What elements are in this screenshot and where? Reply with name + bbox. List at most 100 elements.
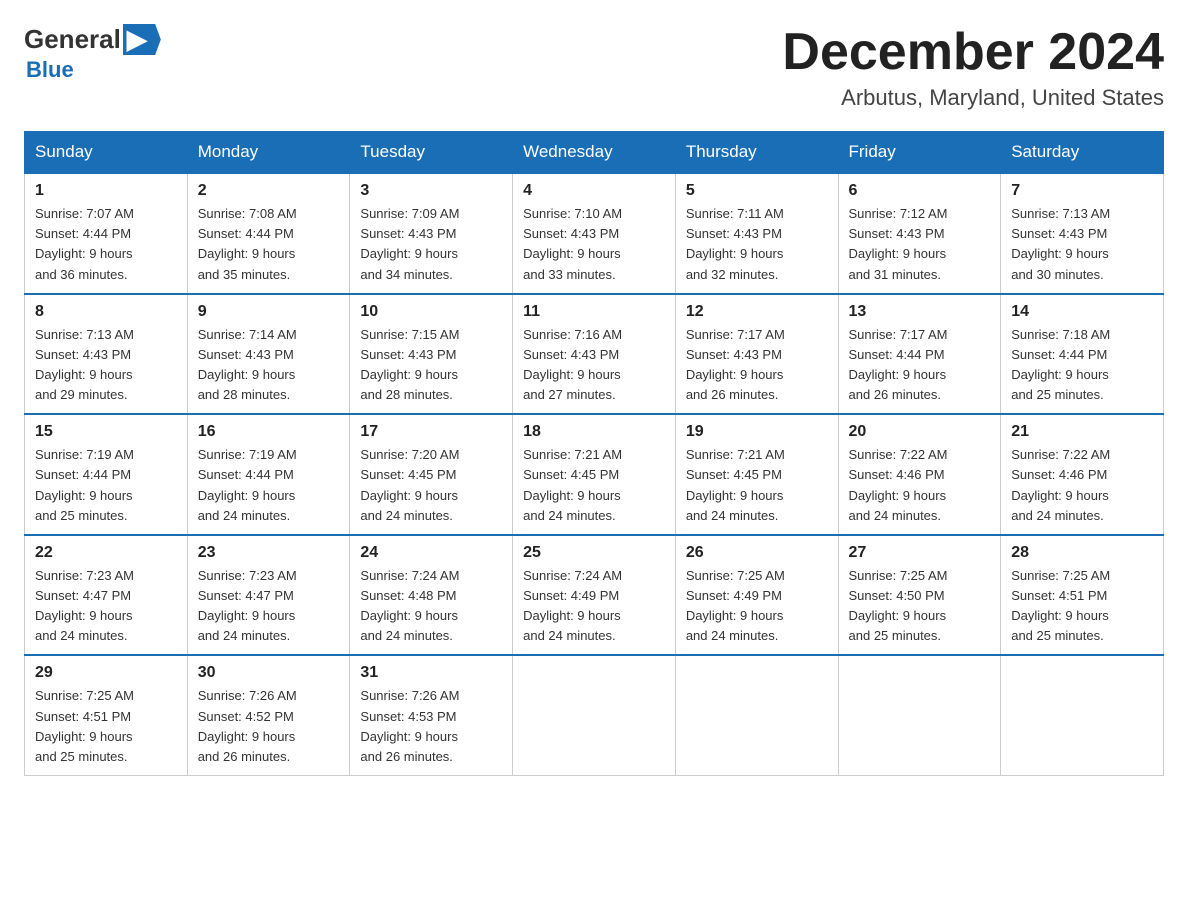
daylight-minutes: and 24 minutes. [686,508,779,523]
sunset-label: Sunset: 4:47 PM [35,588,131,603]
calendar-table: Sunday Monday Tuesday Wednesday Thursday… [24,131,1164,776]
daylight-minutes: and 26 minutes. [360,749,453,764]
sunset-label: Sunset: 4:44 PM [198,467,294,482]
day-info: Sunrise: 7:25 AM Sunset: 4:51 PM Dayligh… [35,686,177,767]
day-info: Sunrise: 7:26 AM Sunset: 4:53 PM Dayligh… [360,686,502,767]
daylight-minutes: and 24 minutes. [686,628,779,643]
table-row: 4 Sunrise: 7:10 AM Sunset: 4:43 PM Dayli… [513,173,676,294]
day-number: 13 [849,303,991,321]
day-info: Sunrise: 7:23 AM Sunset: 4:47 PM Dayligh… [35,566,177,647]
daylight-minutes: and 26 minutes. [198,749,291,764]
sunrise-label: Sunrise: 7:24 AM [360,568,459,583]
day-info: Sunrise: 7:12 AM Sunset: 4:43 PM Dayligh… [849,204,991,285]
day-info: Sunrise: 7:22 AM Sunset: 4:46 PM Dayligh… [849,445,991,526]
daylight-minutes: and 34 minutes. [360,267,453,282]
day-number: 6 [849,182,991,200]
sunset-label: Sunset: 4:45 PM [523,467,619,482]
table-row: 5 Sunrise: 7:11 AM Sunset: 4:43 PM Dayli… [675,173,838,294]
day-info: Sunrise: 7:25 AM Sunset: 4:51 PM Dayligh… [1011,566,1153,647]
day-number: 1 [35,182,177,200]
table-row: 23 Sunrise: 7:23 AM Sunset: 4:47 PM Dayl… [187,535,350,656]
day-number: 12 [686,303,828,321]
day-number: 22 [35,544,177,562]
header-tuesday: Tuesday [350,132,513,174]
sunset-label: Sunset: 4:53 PM [360,709,456,724]
daylight-label: Daylight: 9 hours [360,488,458,503]
table-row: 28 Sunrise: 7:25 AM Sunset: 4:51 PM Dayl… [1001,535,1164,656]
table-row [838,655,1001,775]
day-number: 9 [198,303,340,321]
table-row: 1 Sunrise: 7:07 AM Sunset: 4:44 PM Dayli… [25,173,188,294]
sunset-label: Sunset: 4:43 PM [686,226,782,241]
day-number: 20 [849,423,991,441]
sunrise-label: Sunrise: 7:21 AM [523,447,622,462]
sunset-label: Sunset: 4:44 PM [35,226,131,241]
day-info: Sunrise: 7:19 AM Sunset: 4:44 PM Dayligh… [198,445,340,526]
day-number: 8 [35,303,177,321]
sunset-label: Sunset: 4:43 PM [523,226,619,241]
day-info: Sunrise: 7:21 AM Sunset: 4:45 PM Dayligh… [686,445,828,526]
day-number: 30 [198,664,340,682]
day-info: Sunrise: 7:07 AM Sunset: 4:44 PM Dayligh… [35,204,177,285]
table-row: 6 Sunrise: 7:12 AM Sunset: 4:43 PM Dayli… [838,173,1001,294]
sunrise-label: Sunrise: 7:12 AM [849,206,948,221]
day-info: Sunrise: 7:18 AM Sunset: 4:44 PM Dayligh… [1011,325,1153,406]
day-number: 29 [35,664,177,682]
daylight-label: Daylight: 9 hours [849,367,947,382]
sunrise-label: Sunrise: 7:22 AM [849,447,948,462]
table-row: 9 Sunrise: 7:14 AM Sunset: 4:43 PM Dayli… [187,294,350,415]
title-area: December 2024 Arbutus, Maryland, United … [782,24,1164,111]
daylight-minutes: and 26 minutes. [849,387,942,402]
daylight-label: Daylight: 9 hours [1011,246,1109,261]
daylight-label: Daylight: 9 hours [523,608,621,623]
day-number: 24 [360,544,502,562]
daylight-minutes: and 25 minutes. [1011,387,1104,402]
sunrise-label: Sunrise: 7:25 AM [849,568,948,583]
table-row: 13 Sunrise: 7:17 AM Sunset: 4:44 PM Dayl… [838,294,1001,415]
sunrise-label: Sunrise: 7:19 AM [35,447,134,462]
day-info: Sunrise: 7:25 AM Sunset: 4:49 PM Dayligh… [686,566,828,647]
logo: General ▶ Blue [24,24,161,83]
sunrise-label: Sunrise: 7:23 AM [35,568,134,583]
daylight-label: Daylight: 9 hours [198,729,296,744]
day-info: Sunrise: 7:24 AM Sunset: 4:49 PM Dayligh… [523,566,665,647]
daylight-label: Daylight: 9 hours [1011,488,1109,503]
day-info: Sunrise: 7:15 AM Sunset: 4:43 PM Dayligh… [360,325,502,406]
day-number: 17 [360,423,502,441]
logo-general-text: General [24,24,121,55]
day-info: Sunrise: 7:11 AM Sunset: 4:43 PM Dayligh… [686,204,828,285]
day-info: Sunrise: 7:19 AM Sunset: 4:44 PM Dayligh… [35,445,177,526]
table-row: 7 Sunrise: 7:13 AM Sunset: 4:43 PM Dayli… [1001,173,1164,294]
daylight-minutes: and 24 minutes. [1011,508,1104,523]
daylight-minutes: and 31 minutes. [849,267,942,282]
sunrise-label: Sunrise: 7:07 AM [35,206,134,221]
sunrise-label: Sunrise: 7:20 AM [360,447,459,462]
daylight-minutes: and 28 minutes. [360,387,453,402]
daylight-minutes: and 25 minutes. [35,508,128,523]
daylight-minutes: and 24 minutes. [198,508,291,523]
sunset-label: Sunset: 4:44 PM [198,226,294,241]
sunrise-label: Sunrise: 7:10 AM [523,206,622,221]
sunrise-label: Sunrise: 7:17 AM [849,327,948,342]
sunrise-label: Sunrise: 7:25 AM [35,688,134,703]
daylight-minutes: and 24 minutes. [849,508,942,523]
header-monday: Monday [187,132,350,174]
sunrise-label: Sunrise: 7:17 AM [686,327,785,342]
day-info: Sunrise: 7:13 AM Sunset: 4:43 PM Dayligh… [1011,204,1153,285]
header-saturday: Saturday [1001,132,1164,174]
sunset-label: Sunset: 4:47 PM [198,588,294,603]
sunrise-label: Sunrise: 7:25 AM [686,568,785,583]
table-row: 21 Sunrise: 7:22 AM Sunset: 4:46 PM Dayl… [1001,414,1164,535]
daylight-label: Daylight: 9 hours [360,729,458,744]
table-row: 25 Sunrise: 7:24 AM Sunset: 4:49 PM Dayl… [513,535,676,656]
sunrise-label: Sunrise: 7:18 AM [1011,327,1110,342]
daylight-label: Daylight: 9 hours [849,608,947,623]
daylight-label: Daylight: 9 hours [1011,608,1109,623]
daylight-label: Daylight: 9 hours [686,367,784,382]
daylight-minutes: and 24 minutes. [35,628,128,643]
daylight-label: Daylight: 9 hours [198,608,296,623]
day-number: 5 [686,182,828,200]
daylight-label: Daylight: 9 hours [198,246,296,261]
page-header: General ▶ Blue December 2024 Arbutus, Ma… [24,24,1164,111]
day-number: 19 [686,423,828,441]
